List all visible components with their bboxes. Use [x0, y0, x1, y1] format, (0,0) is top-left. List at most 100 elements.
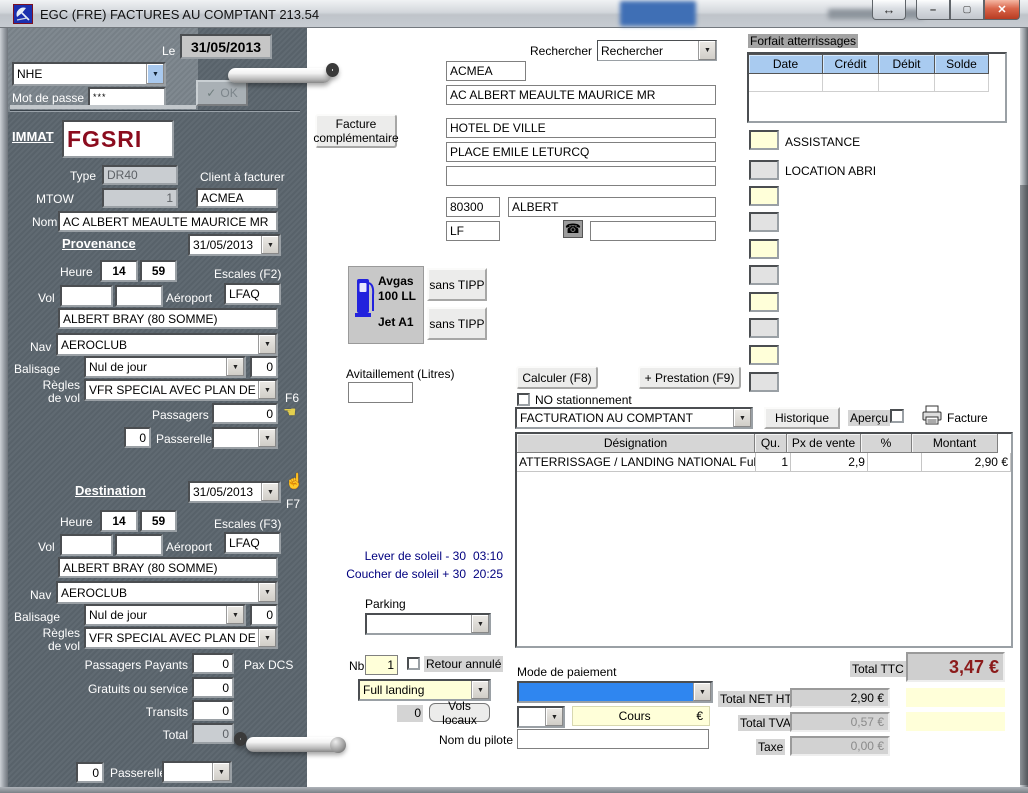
chevron-down-icon[interactable]: ▼ [226, 606, 244, 624]
destination-vol1-field[interactable] [60, 534, 113, 556]
sans-tipp-avgas-button[interactable]: sans TIPP [427, 268, 487, 301]
chevron-down-icon[interactable]: ▼ [471, 681, 489, 699]
avitaillement-field[interactable] [348, 382, 413, 403]
historique-button[interactable]: Historique [764, 407, 840, 429]
provenance-vol1-field[interactable] [60, 285, 113, 307]
option-box-10[interactable] [749, 372, 779, 392]
option-box-3[interactable] [749, 186, 779, 206]
phone-icon[interactable]: ☎ [563, 220, 583, 238]
user-combobox[interactable]: NHE ▼ [12, 62, 166, 86]
provenance-date-combobox[interactable]: 31/05/2013 ▼ [188, 234, 281, 256]
customer-code-field[interactable]: ACMEA [446, 61, 526, 81]
passerelle2-combobox[interactable]: ▼ [162, 761, 232, 783]
destination-nav-combobox[interactable]: AEROCLUB ▼ [56, 581, 278, 604]
nom-field[interactable]: AC ALBERT MEAULTE MAURICE MR [58, 211, 278, 232]
hand-pointer-icon[interactable]: ☛ [283, 403, 296, 421]
option-box-7[interactable] [749, 292, 779, 312]
destination-date-combobox[interactable]: 31/05/2013 ▼ [188, 481, 281, 503]
retour-annule-checkbox[interactable] [407, 657, 420, 670]
provenance-hour-field[interactable]: 14 [100, 260, 138, 282]
destination-hour-field[interactable]: 14 [100, 510, 138, 532]
provenance-balisage-combobox[interactable]: Nul de jour ▼ [84, 356, 246, 378]
chevron-down-icon[interactable]: ▼ [258, 583, 276, 602]
destination-place-field[interactable]: ALBERT BRAY (80 SOMME) [58, 557, 278, 578]
option-box-4[interactable] [749, 212, 779, 232]
chevron-down-icon[interactable]: ▼ [146, 64, 164, 84]
printer-icon[interactable] [921, 405, 943, 425]
destination-balisage-combobox[interactable]: Nul de jour ▼ [84, 604, 246, 626]
payants-field[interactable]: 0 [192, 653, 234, 674]
transits-field[interactable]: 0 [192, 700, 234, 721]
option-box-5[interactable] [749, 239, 779, 259]
customer-addr1-field[interactable]: HOTEL DE VILLE [446, 118, 716, 138]
provenance-minute-field[interactable]: 59 [140, 260, 177, 282]
chevron-down-icon[interactable]: ▼ [261, 483, 279, 501]
hand-up-icon[interactable]: ☝ [285, 472, 304, 490]
ok-button[interactable]: ✓ OK [196, 80, 248, 106]
facture-label[interactable]: Facture [947, 411, 988, 425]
gratuits-field[interactable]: 0 [192, 677, 234, 698]
maximize-button[interactable]: ▢ [950, 0, 984, 20]
client-code-field[interactable]: ACMEA [196, 188, 278, 208]
facture-complementaire-button[interactable]: Facture complémentaire [315, 114, 397, 148]
customer-cp-field[interactable]: 80300 [446, 197, 500, 217]
no-stationnement-checkbox[interactable] [517, 393, 530, 406]
chevron-down-icon[interactable]: ▼ [733, 409, 751, 427]
destination-regles-combobox[interactable]: VFR SPECIAL AVEC PLAN DE VOL ▼ [84, 627, 278, 649]
provenance-place-field[interactable]: ALBERT BRAY (80 SOMME) [58, 308, 278, 329]
chevron-down-icon[interactable]: ▼ [212, 763, 230, 781]
immat-field[interactable]: FGSRI [62, 120, 174, 158]
chevron-down-icon[interactable]: ▼ [698, 41, 716, 60]
parking-combobox[interactable]: ▼ [365, 613, 491, 635]
provenance-passerelle-combobox[interactable]: ▼ [212, 427, 278, 449]
forfait-empty-row[interactable] [749, 74, 1005, 92]
customer-addr3-field[interactable] [446, 166, 716, 186]
location-abri-checkbox[interactable] [749, 160, 779, 180]
provenance-nav-combobox[interactable]: AEROCLUB ▼ [56, 333, 278, 356]
sans-tipp-jet-button[interactable]: sans TIPP [427, 307, 487, 340]
nb-field[interactable]: 1 [365, 655, 398, 675]
invoice-row[interactable]: ATTERRISSAGE / LANDING NATIONAL Full lan… [517, 453, 1011, 472]
customer-ville-field[interactable]: ALBERT [508, 197, 716, 217]
chevron-down-icon[interactable]: ▼ [693, 683, 711, 701]
apercu-checkbox[interactable] [890, 409, 904, 423]
right-scrollbar[interactable] [1020, 185, 1028, 785]
chevron-down-icon[interactable]: ▼ [261, 236, 279, 254]
chevron-down-icon[interactable]: ▼ [258, 381, 276, 399]
vols-locaux-button[interactable]: Vols locaux [429, 703, 490, 722]
customer-phone-field[interactable] [590, 221, 716, 241]
redacted-toolbar-button[interactable] [620, 1, 696, 26]
chevron-down-icon[interactable]: ▼ [545, 708, 563, 726]
resize-button[interactable]: ↔ [872, 0, 906, 20]
provenance-passagers-field[interactable]: 0 [212, 403, 278, 424]
prestation-button[interactable]: + Prestation (F9) [638, 366, 741, 389]
mode-paiement-combobox[interactable]: ▼ [517, 681, 713, 703]
facturation-mode-combobox[interactable]: FACTURATION AU COMPTANT ▼ [515, 407, 753, 429]
provenance-passerelle-qty[interactable]: 0 [124, 427, 151, 448]
customer-addr2-field[interactable]: PLACE EMILE LETURCQ [446, 142, 716, 162]
chevron-down-icon[interactable]: ▼ [258, 629, 276, 647]
option-box-6[interactable] [749, 265, 779, 285]
chevron-down-icon[interactable]: ▼ [471, 615, 489, 633]
rechercher-combobox[interactable]: Rechercher ▼ [597, 40, 717, 61]
customer-name-field[interactable]: AC ALBERT MEAULTE MAURICE MR [446, 85, 716, 105]
provenance-aeroport-field[interactable]: LFAQ [224, 283, 281, 305]
devise-combobox[interactable]: ▼ [517, 706, 565, 728]
passerelle2-qty[interactable]: 0 [76, 762, 104, 783]
option-box-8[interactable] [749, 318, 779, 338]
destination-vol2-field[interactable] [115, 534, 163, 556]
provenance-vol2-field[interactable] [115, 285, 163, 307]
customer-country-field[interactable]: LF [446, 221, 500, 241]
password-field[interactable]: *** [88, 87, 166, 107]
provenance-regles-combobox[interactable]: VFR SPECIAL AVEC PLAN DE VOL ▼ [84, 379, 278, 401]
destination-minute-field[interactable]: 59 [140, 510, 177, 532]
provenance-balisage-qty[interactable]: 0 [250, 356, 278, 378]
destination-aeroport-field[interactable]: LFAQ [224, 532, 281, 554]
calculer-button[interactable]: Calculer (F8) [516, 366, 598, 389]
close-button[interactable]: ✕ [984, 0, 1020, 20]
chevron-down-icon[interactable]: ▼ [258, 429, 276, 447]
destination-balisage-qty[interactable]: 0 [250, 604, 278, 626]
option-box-9[interactable] [749, 345, 779, 365]
minimize-button[interactable]: – [916, 0, 950, 20]
assistance-checkbox[interactable] [749, 130, 779, 150]
